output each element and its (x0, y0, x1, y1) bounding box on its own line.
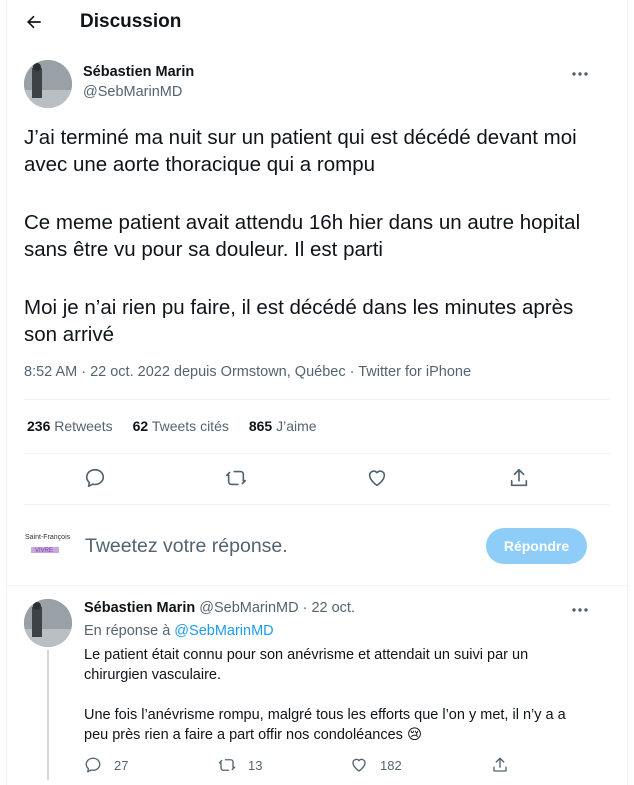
reply-to-handle-link[interactable]: @SebMarinMD (174, 623, 273, 639)
like-icon (350, 756, 368, 774)
reply-count: 27 (114, 757, 129, 773)
reply-line-4: peu près rien a faire a part offir nos c… (84, 727, 423, 743)
tweet-paragraph-3: Moi je n’ai rien pu faire, il est décédé… (24, 296, 574, 346)
reply-more-options-icon[interactable] (570, 600, 590, 620)
tweet-paragraph-2: Ce meme patient avait attendu 16h hier d… (24, 211, 581, 261)
reply-author-handle[interactable]: @SebMarinMD (199, 600, 298, 616)
tweet-meta: 8:52 AM · 22 oct. 2022 depuis Ormstown, … (24, 364, 472, 380)
back-arrow-icon[interactable] (24, 12, 44, 32)
reply-header: Sébastien Marin @SebMarinMD · 22 oct. (84, 600, 355, 616)
quotes-stat[interactable]: 62 Tweets cités (133, 418, 229, 434)
retweets-label: Retweets (54, 418, 113, 434)
page-title: Discussion (80, 11, 182, 32)
retweet-count: 13 (248, 757, 263, 773)
tweet-paragraph-1: J’ai terminé ma nuit sur un patient qui … (24, 126, 577, 176)
author-name[interactable]: Sébastien Marin (83, 64, 194, 80)
reply-line-2: chirurgien vasculaire. (84, 667, 222, 683)
brand-text-2: VIVRE (35, 548, 53, 554)
thread-line (47, 650, 49, 780)
discussion-panel: Discussion Sébastien Marin @SebMarinMD J… (6, 0, 628, 785)
retweets-stat[interactable]: 236 Retweets (27, 418, 113, 434)
like-count: 182 (380, 757, 402, 773)
author-avatar[interactable] (24, 60, 72, 108)
reply-to-prefix: En réponse à (84, 623, 171, 639)
retweets-count: 236 (27, 418, 51, 434)
likes-stat[interactable]: 865 J’aime (249, 418, 317, 434)
reply-share-action[interactable] (491, 756, 509, 774)
divider (24, 399, 610, 400)
divider (24, 453, 610, 454)
likes-count: 865 (248, 418, 273, 434)
reply-retweet-action[interactable]: 13 (218, 756, 262, 774)
brand-text-1: Saint-François (25, 534, 71, 541)
retweet-icon (218, 756, 236, 774)
reply-line-1: Le patient était connu pour son anévrism… (84, 647, 529, 663)
reply-like-action[interactable]: 182 (350, 756, 402, 774)
share-icon[interactable] (508, 467, 530, 489)
reply-author-avatar[interactable] (24, 599, 72, 647)
divider (24, 504, 610, 505)
reply-icon[interactable] (84, 467, 106, 489)
header: Discussion (7, 0, 627, 44)
likes-label: J’aime (276, 418, 317, 434)
brand-avatar: Saint-François VIVRE (23, 525, 73, 575)
reply-button[interactable]: Répondre (486, 528, 587, 564)
more-options-icon[interactable] (570, 64, 590, 84)
quotes-count: 62 (132, 418, 149, 434)
author-handle[interactable]: @SebMarinMD (83, 84, 182, 100)
retweet-icon[interactable] (225, 467, 247, 489)
quotes-label: Tweets cités (151, 418, 229, 434)
divider (7, 585, 627, 586)
tweet-stats: 236 Retweets 62 Tweets cités 865 J’aime (27, 418, 317, 434)
reply-icon (84, 756, 102, 774)
like-icon[interactable] (366, 467, 388, 489)
reply-date[interactable]: · 22 oct. (303, 600, 355, 616)
reply-author-name[interactable]: Sébastien Marin (84, 600, 195, 616)
reply-line-3: Une fois l’anévrisme rompu, malgré tous … (84, 707, 566, 723)
reply-reply-action[interactable]: 27 (84, 756, 128, 774)
reply-to-line: En réponse à @SebMarinMD (84, 623, 274, 639)
reply-input[interactable]: Tweetez votre réponse. (85, 535, 288, 558)
share-icon (491, 756, 509, 774)
